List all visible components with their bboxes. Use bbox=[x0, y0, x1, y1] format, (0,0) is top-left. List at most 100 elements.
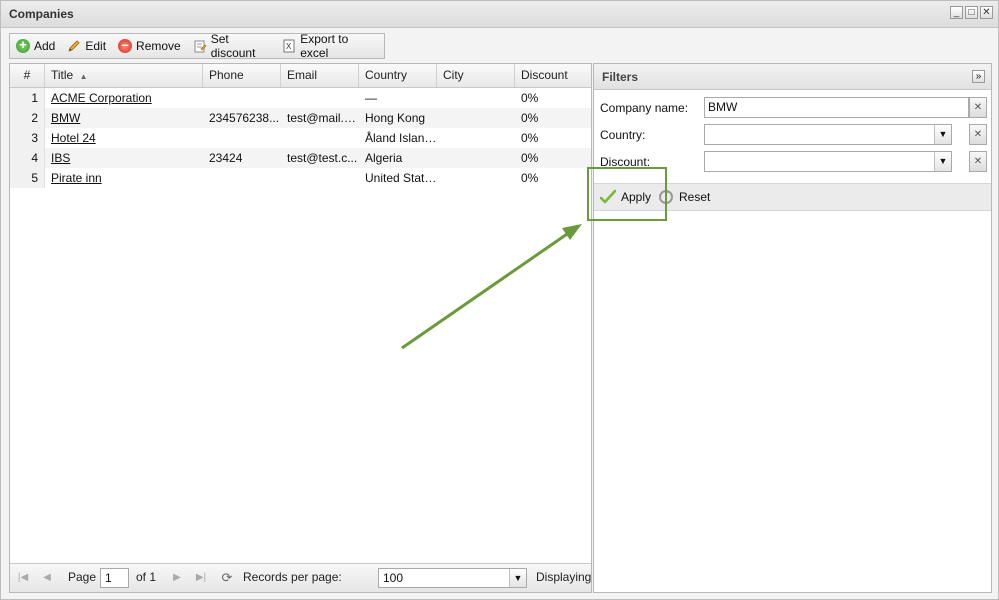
table-row[interactable]: 3 Hotel 24 Åland Islands 0% bbox=[10, 128, 591, 148]
email-cell bbox=[281, 128, 359, 148]
column-header-country[interactable]: Country bbox=[359, 64, 437, 87]
discount-select[interactable]: ▼ bbox=[704, 151, 952, 172]
column-header-city[interactable]: City bbox=[437, 64, 515, 87]
checkmark-icon bbox=[599, 189, 617, 205]
phone-cell: 234576238... bbox=[209, 111, 280, 125]
chevron-down-icon[interactable]: ▼ bbox=[934, 152, 951, 171]
column-header-number[interactable]: # bbox=[10, 64, 45, 87]
country-cell: Algeria bbox=[365, 151, 403, 165]
country-filter-row: Country: ▼ ✕ bbox=[594, 123, 991, 147]
companies-grid: # Title ▲ Phone Email Country City Disco… bbox=[9, 63, 601, 593]
page-number-input[interactable]: 1 bbox=[100, 568, 129, 588]
table-row[interactable]: 2 BMW 234576238... test@mail.c... Hong K… bbox=[10, 108, 591, 128]
company-name-value: BMW bbox=[708, 100, 738, 114]
filters-title: Filters bbox=[602, 70, 639, 84]
city-cell bbox=[437, 168, 515, 188]
email-cell bbox=[281, 168, 359, 188]
row-number: 2 bbox=[10, 108, 45, 128]
companies-window: Companies _ □ ✕ Add Edit Remove Set disc… bbox=[0, 0, 999, 600]
country-cell: United States bbox=[365, 171, 437, 185]
clear-discount-icon[interactable]: ✕ bbox=[969, 151, 987, 172]
set-discount-button[interactable]: Set discount bbox=[193, 32, 270, 60]
company-name-input[interactable]: BMW bbox=[704, 97, 969, 118]
next-page-icon[interactable]: ▶ bbox=[170, 571, 184, 585]
previous-page-icon[interactable]: ◀ bbox=[40, 571, 54, 585]
discount-cell: 0% bbox=[521, 111, 539, 125]
discount-label: Discount: bbox=[600, 155, 651, 169]
column-header-phone[interactable]: Phone bbox=[203, 64, 281, 87]
window-controls: _ □ ✕ bbox=[950, 6, 993, 19]
export-excel-label: Export to excel bbox=[300, 32, 349, 60]
remove-icon bbox=[118, 37, 133, 53]
last-page-icon[interactable]: ▶| bbox=[194, 571, 208, 585]
email-cell: test@mail.c... bbox=[287, 111, 359, 125]
add-button[interactable]: Add bbox=[16, 37, 56, 53]
filters-actions-bar: Apply Reset bbox=[594, 183, 991, 211]
country-cell: Åland Islands bbox=[365, 131, 437, 145]
company-title-link[interactable]: BMW bbox=[45, 108, 203, 128]
export-excel-button[interactable]: X Export to excel bbox=[282, 32, 372, 60]
records-per-page-select[interactable]: 100 ▼ bbox=[378, 568, 527, 588]
row-number: 1 bbox=[10, 88, 45, 108]
column-header-email[interactable]: Email bbox=[281, 64, 359, 87]
clear-country-icon[interactable]: ✕ bbox=[969, 124, 987, 145]
add-icon bbox=[16, 37, 30, 53]
edit-label: Edit bbox=[85, 39, 107, 53]
toolbar: Add Edit Remove Set discount X Export to… bbox=[9, 32, 385, 60]
reset-button[interactable]: Reset bbox=[658, 189, 710, 205]
reset-label: Reset bbox=[679, 190, 711, 204]
row-number: 3 bbox=[10, 128, 45, 148]
phone-cell bbox=[203, 128, 281, 148]
svg-text:X: X bbox=[286, 42, 292, 51]
grid-header: # Title ▲ Phone Email Country City Disco… bbox=[10, 64, 591, 88]
pagination-bar: |◀ ◀ Page 1 of 1 ▶ ▶| ⟳ Records per page… bbox=[10, 563, 601, 592]
company-title-link[interactable]: Pirate inn bbox=[45, 168, 203, 188]
minimize-icon[interactable]: _ bbox=[950, 6, 963, 19]
email-cell: test@test.c... bbox=[287, 151, 358, 165]
phone-cell bbox=[203, 168, 281, 188]
email-cell bbox=[281, 88, 359, 108]
collapse-panel-icon[interactable]: » bbox=[972, 70, 985, 83]
remove-button[interactable]: Remove bbox=[118, 37, 181, 53]
table-row[interactable]: 1 ACME Corporation — 0% bbox=[10, 88, 591, 108]
excel-icon: X bbox=[282, 39, 296, 53]
close-icon[interactable]: ✕ bbox=[980, 6, 993, 19]
page-label: Page bbox=[68, 570, 97, 584]
refresh-icon[interactable]: ⟳ bbox=[220, 571, 234, 585]
column-header-discount[interactable]: Discount bbox=[515, 64, 591, 87]
chevron-down-icon[interactable]: ▼ bbox=[934, 125, 951, 144]
city-cell bbox=[437, 108, 515, 128]
filters-header: Filters » bbox=[594, 64, 991, 90]
phone-cell bbox=[203, 88, 281, 108]
city-cell bbox=[437, 88, 515, 108]
reset-icon bbox=[658, 189, 674, 205]
pencil-icon bbox=[67, 39, 81, 53]
phone-cell: 23424 bbox=[209, 151, 243, 165]
city-cell bbox=[437, 148, 515, 168]
discount-filter-row: Discount: ▼ ✕ bbox=[594, 150, 991, 174]
grid-body: 1 ACME Corporation — 0% 2 BMW 234576238.… bbox=[10, 88, 591, 188]
column-header-title[interactable]: Title ▲ bbox=[45, 64, 203, 87]
records-per-page-value: 100 bbox=[383, 571, 404, 585]
discount-icon bbox=[193, 39, 207, 53]
apply-label: Apply bbox=[621, 190, 652, 204]
window-titlebar: Companies _ □ ✕ bbox=[1, 1, 998, 28]
apply-button[interactable]: Apply bbox=[599, 189, 652, 205]
sort-ascending-icon: ▲ bbox=[79, 72, 88, 81]
company-title-link[interactable]: IBS bbox=[45, 148, 203, 168]
table-row[interactable]: 5 Pirate inn United States 0% bbox=[10, 168, 591, 188]
maximize-icon[interactable]: □ bbox=[965, 6, 978, 19]
company-title-link[interactable]: Hotel 24 bbox=[45, 128, 203, 148]
add-label: Add bbox=[34, 39, 56, 53]
page-count-label: of 1 bbox=[136, 570, 157, 584]
country-select[interactable]: ▼ bbox=[704, 124, 952, 145]
edit-button[interactable]: Edit bbox=[67, 39, 106, 53]
first-page-icon[interactable]: |◀ bbox=[16, 571, 30, 585]
table-row[interactable]: 4 IBS 23424 test@test.c... Algeria 0% bbox=[10, 148, 591, 168]
company-name-filter-row: Company name: BMW ✕ bbox=[594, 96, 991, 120]
company-title-link[interactable]: ACME Corporation bbox=[45, 88, 203, 108]
set-discount-label: Set discount bbox=[210, 32, 256, 60]
clear-company-name-icon[interactable]: ✕ bbox=[969, 97, 987, 118]
city-cell bbox=[437, 128, 515, 148]
chevron-down-icon[interactable]: ▼ bbox=[509, 569, 526, 587]
